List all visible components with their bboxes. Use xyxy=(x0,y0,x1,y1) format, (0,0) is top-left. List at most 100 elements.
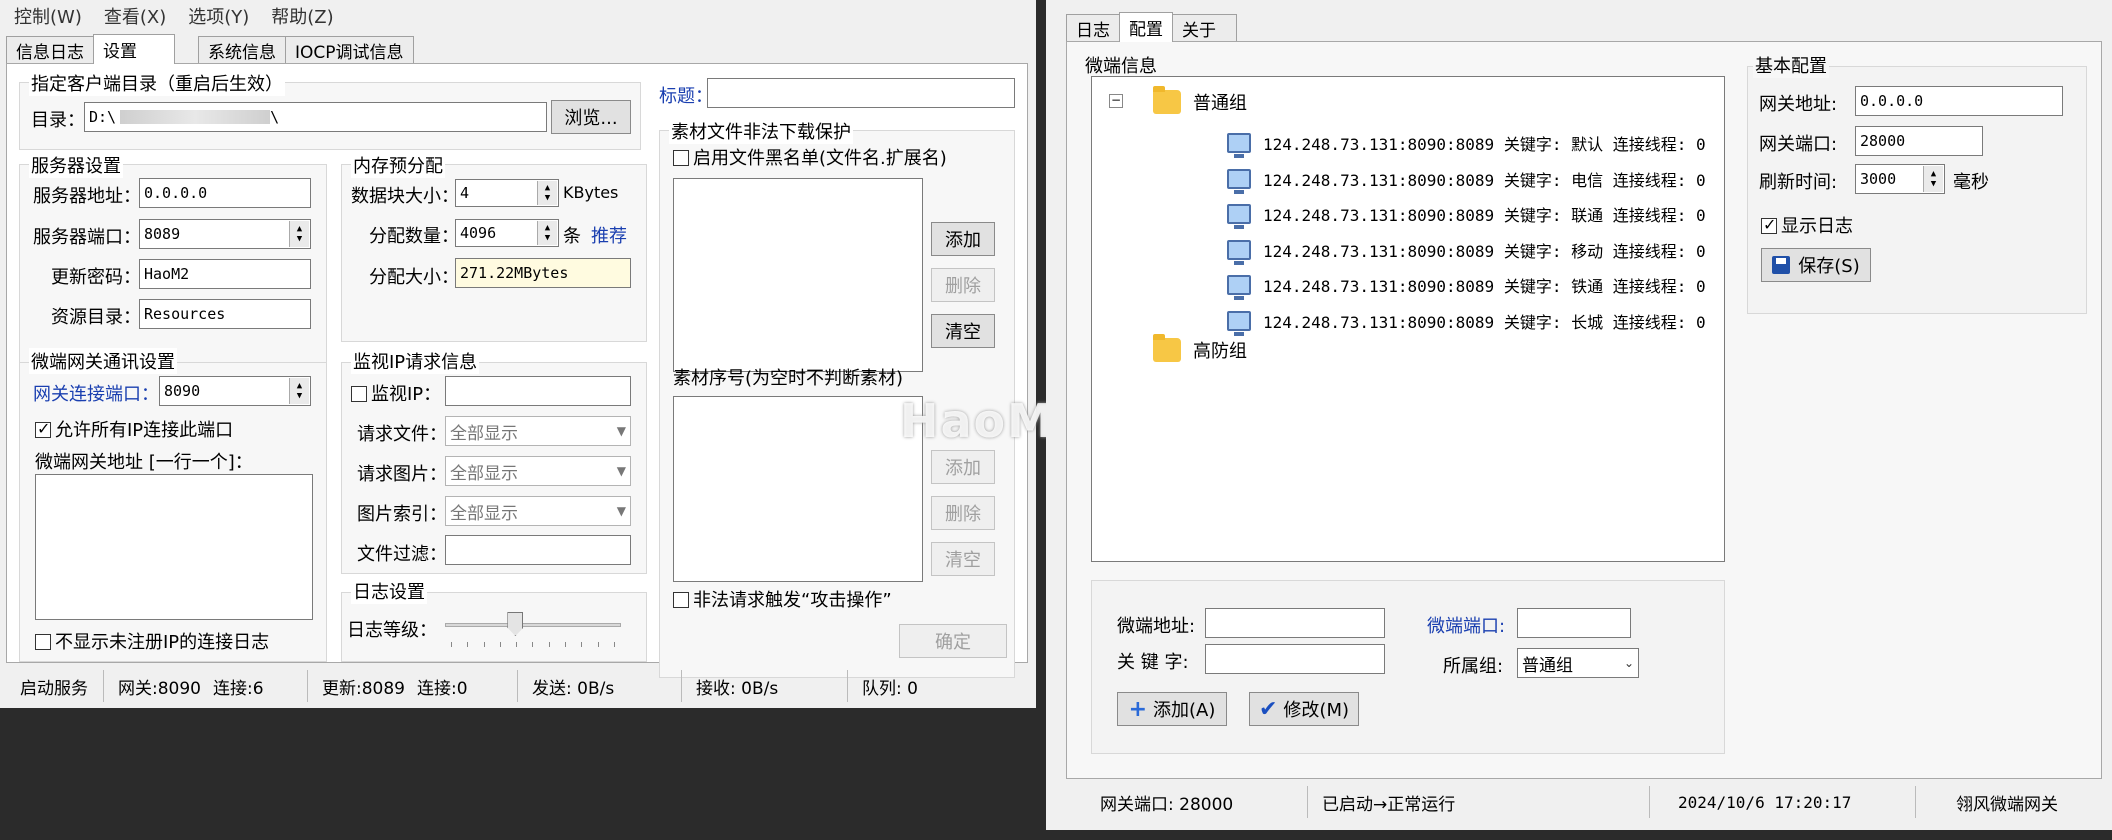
micro-port-input[interactable] xyxy=(1517,608,1631,638)
keyword-input[interactable] xyxy=(1205,644,1385,674)
title-label: 标题： xyxy=(659,86,713,107)
ok-button[interactable]: 确定 xyxy=(899,624,1007,658)
alloc-size-label: 分配大小： xyxy=(369,267,459,288)
right-window: 日志 配置 关于 微端信息 − 普通组 124.248.73.131:8090:… xyxy=(1046,0,2112,830)
req-file-select[interactable]: 全部显示 ▼ xyxy=(445,416,631,446)
update-pwd-label: 更新密码： xyxy=(51,267,141,288)
gateway-port-input[interactable]: 8090 ▲ ▼ xyxy=(159,376,311,406)
seq-list[interactable] xyxy=(673,396,923,582)
gateway-addr-list[interactable] xyxy=(35,474,313,620)
update-pwd-input[interactable]: HaoM2 xyxy=(139,259,311,289)
group-select[interactable]: 普通组 ⌄ xyxy=(1517,648,1639,678)
server-addr-input[interactable]: 0.0.0.0 xyxy=(139,178,311,208)
tab-iocp-debug[interactable]: IOCP调试信息 xyxy=(285,36,414,64)
status-queue: 队列: 0 xyxy=(862,678,918,699)
computer-icon xyxy=(1227,310,1251,336)
server-title: 服务器设置 xyxy=(29,152,123,178)
monitor-ip-checkbox[interactable]: 监视IP： xyxy=(351,380,441,406)
micro-addr-input[interactable] xyxy=(1205,608,1385,638)
tab-info-log[interactable]: 信息日志 xyxy=(6,36,94,64)
right-status-bar: 网关端口: 28000 已启动→正常运行 2024/10/6 17:20:17 … xyxy=(1060,786,2106,818)
gw-port-input[interactable]: 28000 xyxy=(1855,126,1983,156)
file-filter-input[interactable] xyxy=(445,535,631,565)
plus-icon: + xyxy=(1128,696,1148,722)
gw-addr-input[interactable]: 0.0.0.0 xyxy=(1855,86,2063,116)
server-port-spinner[interactable]: ▲ ▼ xyxy=(289,221,309,247)
collapse-icon[interactable]: − xyxy=(1109,94,1123,108)
status-app-name: 翎风微端网关 xyxy=(1956,794,2058,815)
alloc-count-input[interactable]: 4096 ▲ ▼ xyxy=(455,219,559,247)
blacklist-clear-button[interactable]: 清空 xyxy=(931,314,995,348)
tree-item[interactable]: 124.248.73.131:8090:8089 关键字: 电信 连接线程: 0 xyxy=(1227,164,1706,194)
tree-item-label: 124.248.73.131:8090:8089 关键字: 长城 连接线程: 0 xyxy=(1263,312,1706,332)
status-gateway: 网关:8090 连接:6 xyxy=(104,670,308,702)
add-button[interactable]: + 添加(A) xyxy=(1117,692,1227,726)
client-dir-title: 指定客户端目录（重启后生效） xyxy=(29,70,285,96)
tab-settings[interactable]: 设置 xyxy=(93,34,175,64)
save-button[interactable]: 保存(S) xyxy=(1761,248,1871,282)
blacklist-checkbox[interactable]: 启用文件黑名单(文件名.扩展名) xyxy=(673,144,947,170)
menu-options[interactable]: 选项(Y) xyxy=(188,3,249,29)
block-size-input[interactable]: 4 ▲ ▼ xyxy=(455,179,559,207)
title-input[interactable] xyxy=(707,78,1015,108)
tree-item[interactable]: 124.248.73.131:8090:8089 关键字: 铁通 连接线程: 0 xyxy=(1227,270,1706,300)
status-update: 更新:8089 连接:0 xyxy=(308,670,518,702)
menu-help[interactable]: 帮助(Z) xyxy=(271,3,333,29)
recommend-link[interactable]: 推荐 xyxy=(591,222,627,248)
attack-checkbox[interactable]: 非法请求触发“攻击操作” xyxy=(673,586,892,612)
menu-bar: 控制(W) 查看(X) 选项(Y) 帮助(Z) xyxy=(0,0,1036,32)
tree-item[interactable]: 124.248.73.131:8090:8089 关键字: 联通 连接线程: 0 xyxy=(1227,199,1706,229)
status-running: 已启动→正常运行 xyxy=(1308,786,1650,818)
group-label: 所属组: xyxy=(1443,656,1504,677)
req-img-select[interactable]: 全部显示 ▼ xyxy=(445,456,631,486)
computer-icon xyxy=(1227,275,1251,300)
tab-about[interactable]: 关于 xyxy=(1172,14,1237,42)
res-dir-input[interactable]: Resources xyxy=(139,299,311,329)
blacklist-list[interactable] xyxy=(673,178,923,372)
seq-clear-button[interactable]: 清空 xyxy=(931,542,995,576)
tree-group-highdef[interactable]: 高防组 xyxy=(1153,334,1247,366)
memory-title: 内存预分配 xyxy=(351,152,445,178)
alloc-size-value: 271.22MBytes xyxy=(455,258,631,288)
alloc-count-spinner[interactable]: ▲ ▼ xyxy=(537,221,557,245)
menu-control[interactable]: 控制(W) xyxy=(14,3,82,29)
blacklist-delete-button[interactable]: 删除 xyxy=(931,268,995,302)
seq-add-button[interactable]: 添加 xyxy=(931,450,995,484)
modify-button[interactable]: ✔ 修改(M) xyxy=(1249,692,1359,726)
alloc-count-label: 分配数量： xyxy=(369,226,459,247)
browse-button[interactable]: 浏览... xyxy=(551,100,631,134)
tree-item-label: 124.248.73.131:8090:8089 关键字: 电信 连接线程: 0 xyxy=(1263,170,1706,190)
log-level-track[interactable] xyxy=(445,623,621,627)
tree-group-normal[interactable]: 普通组 xyxy=(1153,86,1247,118)
chevron-down-icon: ▼ xyxy=(616,464,626,478)
tree-item[interactable]: 124.248.73.131:8090:8089 关键字: 移动 连接线程: 0 xyxy=(1227,235,1706,265)
refresh-spinner[interactable]: ▲ ▼ xyxy=(1923,166,1943,192)
refresh-input[interactable]: 3000 ▲ ▼ xyxy=(1855,164,1945,194)
monitor-ip-input[interactable] xyxy=(445,376,631,406)
show-log-checkbox[interactable]: 显示日志 xyxy=(1761,212,1853,238)
block-size-label: 数据块大小： xyxy=(351,186,459,207)
block-size-spinner[interactable]: ▲ ▼ xyxy=(537,181,557,205)
dir-input[interactable]: D:\ \ xyxy=(84,102,547,132)
server-port-input[interactable]: 8089 ▲ ▼ xyxy=(139,219,311,249)
seq-delete-button[interactable]: 删除 xyxy=(931,496,995,530)
status-send: 发送: 0B/s xyxy=(518,670,682,702)
tree-item[interactable]: 124.248.73.131:8090:8089 关键字: 默认 连接线程: 0 xyxy=(1227,128,1706,158)
hide-unreg-checkbox[interactable]: 不显示未注册IP的连接日志 xyxy=(35,628,269,654)
gateway-port-label: 网关连接端口： xyxy=(33,384,159,405)
refresh-label: 刷新时间: xyxy=(1759,172,1838,193)
img-index-select[interactable]: 全部显示 ▼ xyxy=(445,496,631,526)
tab-log[interactable]: 日志 xyxy=(1066,14,1120,42)
log-title: 日志设置 xyxy=(351,578,427,604)
gateway-port-spinner[interactable]: ▲ ▼ xyxy=(289,378,309,404)
block-unit: KBytes xyxy=(563,183,619,202)
gateway-addr-label: 微端网关地址 [一行一个]： xyxy=(35,452,253,473)
chevron-down-icon: ▼ xyxy=(616,424,626,438)
basic-title: 基本配置 xyxy=(1753,52,1829,78)
tab-system-info[interactable]: 系统信息 xyxy=(198,36,286,64)
blacklist-add-button[interactable]: 添加 xyxy=(931,222,995,256)
tree-item[interactable]: 124.248.73.131:8090:8089 关键字: 长城 连接线程: 0 xyxy=(1227,306,1706,336)
menu-view[interactable]: 查看(X) xyxy=(104,3,166,29)
allow-all-checkbox[interactable]: 允许所有IP连接此端口 xyxy=(35,416,233,442)
tab-config[interactable]: 配置 xyxy=(1119,12,1173,42)
